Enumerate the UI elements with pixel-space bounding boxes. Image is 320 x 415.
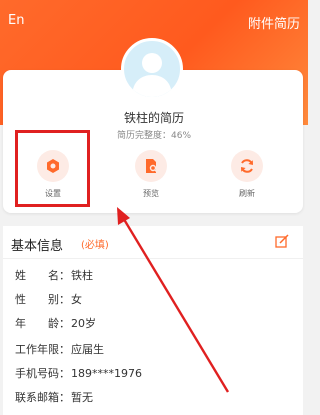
preview-icon-circle bbox=[135, 150, 167, 182]
user-avatar-icon bbox=[132, 53, 172, 97]
basic-info-card: 基本信息 (必填) 姓 名：铁柱 性 别：女 年 龄：20岁 工作年限：应届生 … bbox=[3, 226, 303, 415]
info-value: 应届生 bbox=[71, 343, 104, 356]
preview-button[interactable]: 预览 bbox=[121, 150, 181, 199]
language-toggle[interactable]: En bbox=[8, 13, 24, 28]
info-row-age: 年 龄：20岁 bbox=[15, 315, 96, 331]
info-value: 铁柱 bbox=[71, 269, 93, 282]
info-row-gender: 性 别：女 bbox=[15, 291, 82, 307]
preview-icon bbox=[146, 159, 157, 173]
info-row-work-years: 工作年限：应届生 bbox=[15, 341, 104, 357]
info-key: 手机号码： bbox=[15, 367, 70, 380]
info-value: 189****1976 bbox=[71, 367, 142, 380]
refresh-icon bbox=[241, 159, 253, 173]
info-value: 女 bbox=[71, 293, 82, 306]
refresh-label: 刷新 bbox=[239, 189, 255, 198]
info-row-name: 姓 名：铁柱 bbox=[15, 267, 93, 283]
completeness-value: 46% bbox=[171, 131, 192, 141]
info-value: 20岁 bbox=[71, 317, 96, 330]
info-key: 姓 名： bbox=[15, 269, 70, 282]
preview-label: 预览 bbox=[143, 189, 159, 198]
info-key: 性 别： bbox=[15, 293, 70, 306]
resume-title: 铁柱的简历 bbox=[123, 111, 184, 125]
refresh-button[interactable]: 刷新 bbox=[217, 150, 277, 199]
edit-icon[interactable] bbox=[275, 234, 289, 248]
required-tag: (必填) bbox=[81, 240, 109, 251]
info-key: 工作年限： bbox=[15, 343, 70, 356]
completeness-label: 简历完整度： bbox=[116, 131, 171, 141]
basic-info-title: 基本信息 bbox=[11, 239, 64, 254]
annotation-highlight-box bbox=[15, 130, 90, 207]
basic-info-header: 基本信息 (必填) bbox=[3, 226, 303, 259]
refresh-icon-circle bbox=[231, 150, 263, 182]
info-row-email: 联系邮箱：暂无 bbox=[15, 389, 93, 405]
avatar[interactable] bbox=[121, 38, 183, 100]
info-key: 联系邮箱： bbox=[15, 391, 70, 404]
info-key: 年 龄： bbox=[15, 317, 70, 330]
info-row-phone: 手机号码：189****1976 bbox=[15, 365, 142, 381]
attachment-resume-link[interactable]: 附件简历 bbox=[248, 13, 300, 32]
info-value: 暂无 bbox=[71, 391, 93, 404]
